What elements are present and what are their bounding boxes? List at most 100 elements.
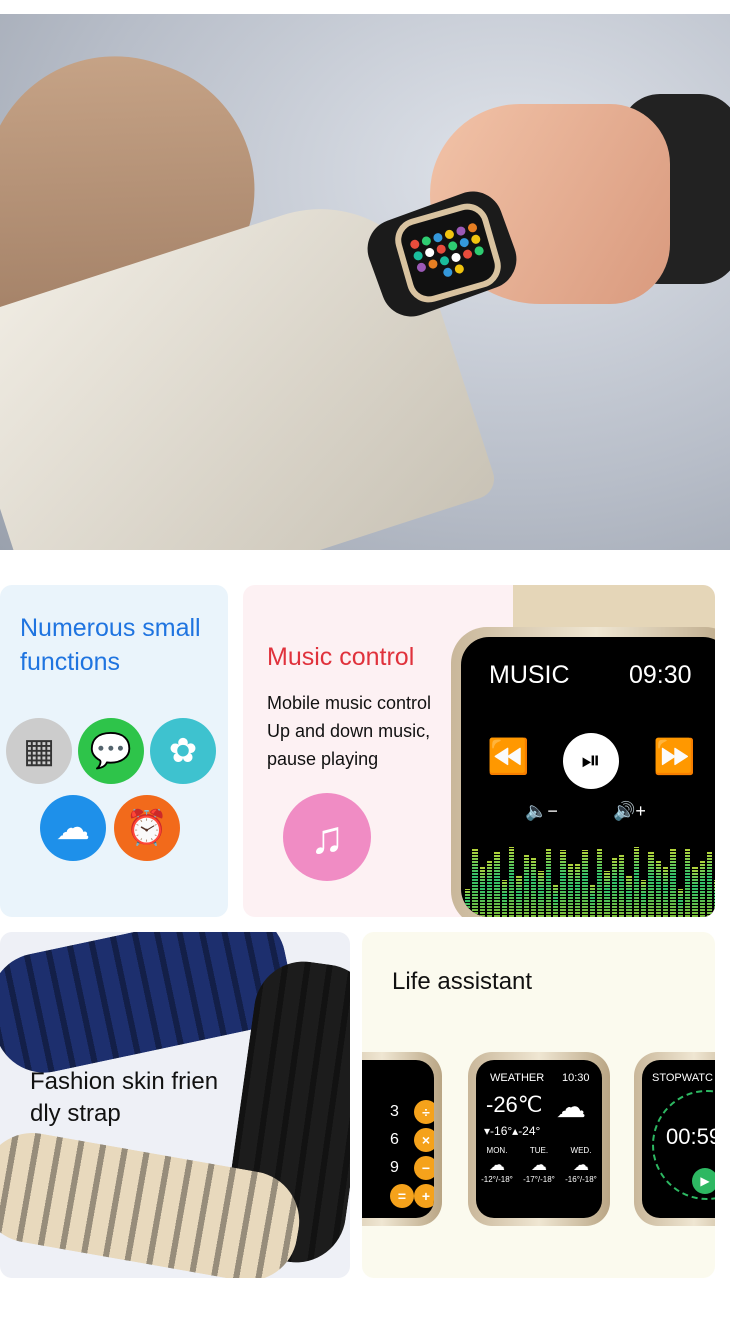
equalizer	[461, 847, 715, 917]
watch-screen: STOPWATC 00:59 ▶	[642, 1060, 715, 1218]
app-dot	[426, 258, 438, 270]
equalizer-bar	[494, 851, 500, 917]
equalizer-bar	[684, 848, 691, 917]
forecast-day: TUE. ☁ -17°/-18°	[523, 1146, 555, 1184]
equalizer-bar	[604, 871, 610, 917]
music-watch: MUSIC 09:30 ⏪ ⏯ ⏩ 🔈− 🔊+	[451, 627, 715, 917]
forecast-day: MON. ☁ -12°/-18°	[481, 1146, 513, 1184]
minus-button[interactable]: −	[414, 1156, 434, 1180]
day-name: TUE.	[529, 1146, 549, 1155]
app-dot	[411, 249, 424, 262]
snow-cloud-icon: ☁	[573, 1157, 589, 1174]
day-temp: -17°/-18°	[523, 1175, 555, 1184]
photos-icon: ✿	[150, 718, 216, 784]
equalizer-bar	[465, 889, 471, 917]
calculator-icon: ▦	[6, 718, 72, 784]
message-icon: 💬	[78, 718, 144, 784]
equalizer-bar	[552, 884, 559, 917]
music-description: Mobile music control Up and down music, …	[267, 689, 431, 773]
equalizer-bar	[567, 863, 573, 917]
equalizer-bar	[486, 860, 493, 917]
music-control-panel: Music control Mobile music control Up an…	[243, 585, 715, 917]
equalizer-bar	[516, 875, 522, 917]
weather-icon: ☁	[40, 795, 106, 861]
panel-title: Numerous small functions	[20, 611, 201, 679]
equalizer-bar	[596, 847, 603, 917]
equalizer-bar	[538, 871, 544, 917]
current-temp: -26℃	[486, 1092, 543, 1117]
stopwatch-watch: STOPWATC 00:59 ▶	[634, 1052, 715, 1226]
equalizer-bar	[611, 856, 617, 917]
play-button[interactable]: ▶	[692, 1168, 715, 1194]
title-line: Fashion skin frien	[30, 1068, 219, 1095]
divide-button[interactable]: ÷	[414, 1100, 434, 1124]
equalizer-bar	[560, 849, 566, 917]
volume-down-icon[interactable]: 🔈−	[525, 801, 558, 822]
equals-button[interactable]: =	[390, 1184, 414, 1208]
equalizer-bar	[523, 854, 529, 917]
watch-screen: WEATHER 10:30 -26℃ ☁ ▾-16°▴-24° MON. ☁ -12…	[476, 1060, 602, 1218]
snow-cloud-icon: ☁	[489, 1157, 505, 1174]
equalizer-bar	[589, 884, 595, 917]
calculator-watch: 3 ÷ 6 × 9− = +	[362, 1052, 442, 1226]
rewind-icon[interactable]: ⏪	[487, 737, 529, 777]
music-note-icon: ♫	[283, 793, 371, 881]
plus-button[interactable]: +	[414, 1184, 434, 1208]
app-dot	[472, 244, 485, 257]
desc-line: pause playing	[267, 749, 379, 769]
digit[interactable]: 6	[390, 1131, 410, 1149]
hero-photo	[0, 14, 730, 550]
app-dot	[449, 251, 461, 263]
app-dot	[454, 225, 466, 237]
strap-panel: Fashion skin frien dly strap	[0, 932, 350, 1278]
app-dot	[438, 254, 450, 266]
desc-line: Up and down music,	[267, 721, 431, 741]
digit[interactable]: 3	[390, 1103, 410, 1121]
app-dot	[453, 263, 465, 275]
day-temp: -12°/-18°	[481, 1175, 513, 1184]
app-dot	[441, 266, 453, 278]
equalizer-bar	[530, 857, 537, 917]
app-dot	[423, 246, 435, 258]
snow-cloud-icon: ☁	[531, 1157, 547, 1174]
app-dot	[446, 240, 458, 252]
desc-line: Mobile music control	[267, 693, 432, 713]
app-dot	[466, 221, 478, 233]
equalizer-bar	[677, 888, 683, 917]
equalizer-bar	[472, 848, 478, 917]
app-dot	[469, 233, 481, 245]
play-pause-button[interactable]: ⏯	[563, 733, 619, 789]
equalizer-bar	[501, 879, 507, 917]
panel-title: Life assistant	[392, 968, 533, 995]
day-name: WED.	[570, 1146, 592, 1155]
app-dot	[408, 238, 420, 250]
day-name: MON.	[486, 1146, 508, 1155]
panel-title: Music control	[267, 643, 415, 671]
app-dot	[458, 236, 470, 248]
fast-forward-icon[interactable]: ⏩	[653, 737, 695, 777]
equalizer-bar	[699, 860, 705, 917]
screen-time: 09:30	[629, 661, 692, 689]
equalizer-bar	[640, 880, 647, 917]
volume-up-icon[interactable]: 🔊+	[613, 801, 646, 822]
equalizer-bar	[626, 875, 632, 917]
equalizer-bar	[706, 851, 713, 917]
life-assistant-panel: Life assistant 3 ÷ 6 × 9− = + WEATHER 10:30…	[362, 932, 715, 1278]
panel-title: Fashion skin frien dly strap	[30, 1066, 218, 1130]
equalizer-bar	[508, 847, 515, 917]
alarm-clock-icon: ⏰	[114, 795, 180, 861]
equalizer-bar	[582, 850, 588, 917]
multiply-button[interactable]: ×	[414, 1128, 434, 1152]
app-dot	[435, 243, 447, 255]
equalizer-bar	[574, 863, 581, 917]
equalizer-bar	[662, 867, 669, 917]
title-line: functions	[20, 648, 121, 676]
screen-title: MUSIC	[489, 661, 570, 689]
watch-screen: MUSIC 09:30 ⏪ ⏯ ⏩ 🔈− 🔊+	[461, 637, 715, 917]
app-dot	[431, 231, 443, 243]
app-dot	[461, 248, 473, 260]
digit[interactable]: 9	[390, 1159, 410, 1177]
watch-screen: 3 ÷ 6 × 9− = +	[362, 1060, 434, 1218]
snow-cloud-icon: ☁	[556, 1091, 586, 1124]
title-line: Numerous small	[20, 614, 201, 642]
